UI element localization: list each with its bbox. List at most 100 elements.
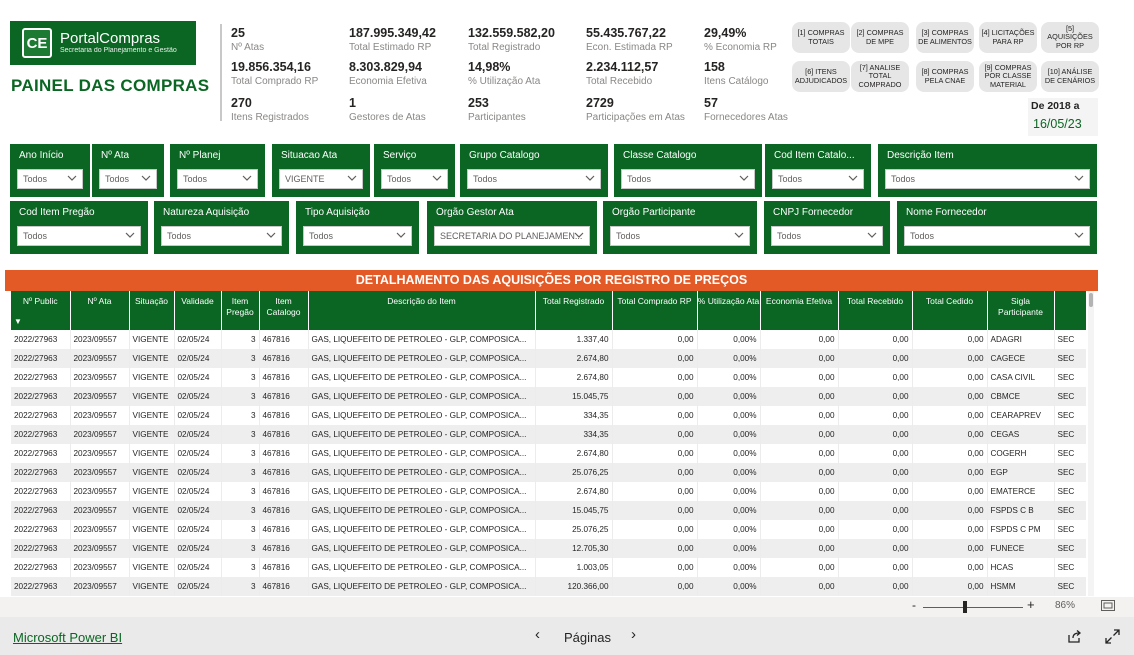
chevron-down-icon[interactable] (1074, 230, 1084, 240)
nav-button-6[interactable]: [6] ITENS ADJUDICADOS (792, 61, 850, 92)
table-row[interactable]: 2022/27963 2023/09557 VIGENTE 02/05/24 3 4678… (11, 349, 1086, 368)
nav-button-9[interactable]: [9] COMPRAS POR CLASSE MATERIAL (979, 61, 1037, 92)
nav-button-5[interactable]: [5] AQUISIÇÕES POR RP (1041, 22, 1099, 53)
zoom-slider-thumb[interactable] (963, 601, 967, 613)
chevron-down-icon[interactable] (432, 173, 442, 183)
column-header[interactable]: Nº Ata (70, 291, 130, 330)
column-header[interactable]: Sigla Participante (987, 291, 1055, 330)
table-row[interactable]: 2022/27963 2023/09557 VIGENTE 02/05/24 3 4678… (11, 577, 1086, 596)
column-header[interactable]: Descrição do Item (308, 291, 536, 330)
chevron-down-icon[interactable] (734, 230, 744, 240)
fit-to-page-icon[interactable] (1101, 600, 1115, 611)
column-header[interactable]: Nº Public ▼ (11, 291, 71, 330)
slicer-dropdown[interactable]: Todos (904, 226, 1090, 246)
chevron-down-icon[interactable] (67, 173, 77, 183)
column-header[interactable]: Total Comprado RP (612, 291, 698, 330)
table-row[interactable]: 2022/27963 2023/09557 VIGENTE 02/05/24 3 4678… (11, 539, 1086, 558)
fullscreen-icon[interactable] (1105, 629, 1120, 644)
table-vertical-scrollbar[interactable] (1088, 291, 1094, 596)
slicer-dropdown[interactable]: Todos (381, 169, 448, 189)
table-row[interactable]: 2022/27963 2023/09557 VIGENTE 02/05/24 3 4678… (11, 330, 1086, 349)
table-row[interactable]: 2022/27963 2023/09557 VIGENTE 02/05/24 3 4678… (11, 558, 1086, 577)
chevron-down-icon[interactable] (574, 230, 584, 240)
table-row[interactable]: 2022/27963 2023/09557 VIGENTE 02/05/24 3 4678… (11, 387, 1086, 406)
table-cell: VIGENTE (129, 425, 175, 444)
chevron-down-icon[interactable] (867, 230, 877, 240)
chevron-down-icon[interactable] (848, 173, 858, 183)
slicer-dropdown[interactable]: Todos (621, 169, 755, 189)
chevron-down-icon[interactable] (1074, 173, 1084, 183)
chevron-down-icon[interactable] (266, 230, 276, 240)
column-header[interactable]: Item Catalogo (259, 291, 309, 330)
table-row[interactable]: 2022/27963 2023/09557 VIGENTE 02/05/24 3 4678… (11, 501, 1086, 520)
table-row[interactable]: 2022/27963 2023/09557 VIGENTE 02/05/24 3 4678… (11, 425, 1086, 444)
table-cell: VIGENTE (129, 349, 175, 368)
chevron-down-icon[interactable] (396, 230, 406, 240)
slicer-dropdown[interactable]: Todos (610, 226, 750, 246)
slicer-dropdown[interactable]: Todos (177, 169, 258, 189)
slicer-dropdown[interactable]: Todos (17, 226, 141, 246)
table-cell: 0,00 (838, 406, 913, 425)
nav-button-7[interactable]: [7] ANALISE TOTAL COMPRADO (851, 61, 909, 92)
previous-page-button[interactable]: ‹ (535, 626, 540, 643)
share-icon[interactable] (1067, 629, 1082, 644)
slicer-dropdown[interactable]: Todos (161, 226, 282, 246)
table-row[interactable]: 2022/27963 2023/09557 VIGENTE 02/05/24 3 4678… (11, 482, 1086, 501)
table-row[interactable]: 2022/27963 2023/09557 VIGENTE 02/05/24 3 4678… (11, 406, 1086, 425)
slicer: Órgão Participante Todos (603, 201, 757, 254)
next-page-button[interactable]: › (631, 626, 636, 643)
table-cell: 3 (221, 425, 260, 444)
table-cell: 467816 (259, 482, 309, 501)
table-cell: 02/05/24 (174, 558, 222, 577)
zoom-slider-track[interactable] (923, 607, 1023, 608)
powerbi-link[interactable]: Microsoft Power BI (13, 630, 122, 645)
column-header[interactable] (1054, 291, 1086, 330)
column-header[interactable]: % Utilização Ata (697, 291, 761, 330)
slicer-dropdown[interactable]: VIGENTE (279, 169, 363, 189)
table-cell: 0,00 (838, 387, 913, 406)
column-header[interactable]: Situação (129, 291, 175, 330)
column-header[interactable]: Item Pregão (221, 291, 260, 330)
nav-button-10[interactable]: [10] ANÁLISE DE CENÁRIOS (1041, 61, 1099, 92)
table-cell: SEC (1054, 444, 1086, 463)
chevron-down-icon[interactable] (125, 230, 135, 240)
table-cell: 0,00 (612, 368, 698, 387)
nav-button-4[interactable]: [4] LICITAÇÕES PARA RP (979, 22, 1037, 53)
slicer-label: Ano Início (19, 150, 64, 161)
table-cell: 0,00 (760, 501, 839, 520)
table-row[interactable]: 2022/27963 2023/09557 VIGENTE 02/05/24 3 4678… (11, 368, 1086, 387)
slicer-dropdown[interactable]: Todos (17, 169, 83, 189)
slicer-dropdown[interactable]: Todos (771, 226, 883, 246)
scrollbar-thumb[interactable] (1089, 293, 1093, 307)
zoom-out-button[interactable]: - (912, 598, 916, 612)
slicer-dropdown[interactable]: Todos (772, 169, 864, 189)
column-header[interactable]: Validade (174, 291, 222, 330)
chevron-down-icon[interactable] (242, 173, 252, 183)
slicer-label: Natureza Aquisição (163, 207, 250, 218)
nav-button-1[interactable]: [1] COMPRAS TOTAIS (792, 22, 850, 53)
chevron-down-icon[interactable] (347, 173, 357, 183)
sort-descending-icon[interactable]: ▼ (14, 317, 22, 327)
column-header[interactable]: Total Cedido (912, 291, 988, 330)
zoom-in-button[interactable]: + (1027, 597, 1035, 612)
table-cell: 0,00 (912, 349, 988, 368)
slicer-dropdown[interactable]: Todos (303, 226, 412, 246)
slicer-dropdown[interactable]: Todos (885, 169, 1090, 189)
table-row[interactable]: 2022/27963 2023/09557 VIGENTE 02/05/24 3 4678… (11, 520, 1086, 539)
table-row[interactable]: 2022/27963 2023/09557 VIGENTE 02/05/24 3 4678… (11, 444, 1086, 463)
column-header[interactable]: Economia Efetiva (760, 291, 839, 330)
nav-button-2[interactable]: [2] COMPRAS DE MPE (851, 22, 909, 53)
table-row[interactable]: 2022/27963 2023/09557 VIGENTE 02/05/24 3 4678… (11, 463, 1086, 482)
chevron-down-icon[interactable] (141, 173, 151, 183)
column-header[interactable]: Total Recebido (838, 291, 913, 330)
slicer-dropdown[interactable]: SECRETARIA DO PLANEJAMEN... (434, 226, 590, 246)
chevron-down-icon[interactable] (585, 173, 595, 183)
table-cell: GAS, LIQUEFEITO DE PETROLEO - GLP, COMPO… (308, 368, 536, 387)
nav-button-8[interactable]: [8] COMPRAS PELA CNAE (916, 61, 974, 92)
slicer-dropdown[interactable]: Todos (99, 169, 157, 189)
slicer-dropdown[interactable]: Todos (467, 169, 601, 189)
column-header[interactable]: Total Registrado (535, 291, 613, 330)
column-header-label: Total Comprado RP (617, 296, 692, 306)
nav-button-3[interactable]: [3] COMPRAS DE ALIMENTOS (916, 22, 974, 53)
chevron-down-icon[interactable] (739, 173, 749, 183)
